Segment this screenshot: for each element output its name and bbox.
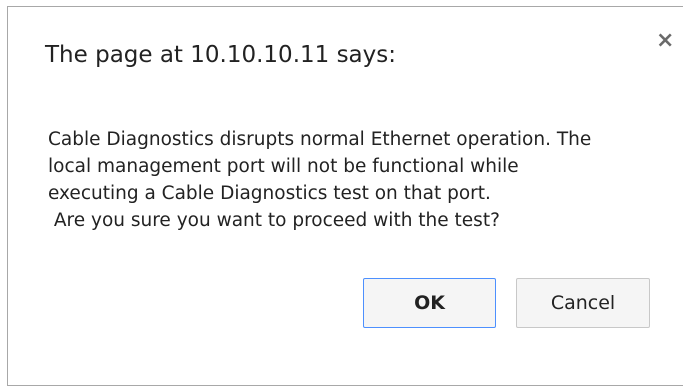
- confirm-dialog: The page at 10.10.10.11 says: × Cable Di…: [7, 6, 683, 386]
- message-line: executing a Cable Diagnostics test on th…: [48, 183, 491, 204]
- close-icon[interactable]: ×: [656, 30, 674, 52]
- dialog-title: The page at 10.10.10.11 says:: [45, 42, 396, 68]
- cancel-button[interactable]: Cancel: [516, 278, 650, 328]
- message-line: Are you sure you want to proceed with th…: [48, 210, 500, 231]
- dialog-message: Cable Diagnostics disrupts normal Ethern…: [48, 126, 591, 234]
- message-line: Cable Diagnostics disrupts normal Ethern…: [48, 129, 592, 150]
- ok-button[interactable]: OK: [363, 278, 496, 328]
- message-line: local management port will not be functi…: [48, 156, 519, 177]
